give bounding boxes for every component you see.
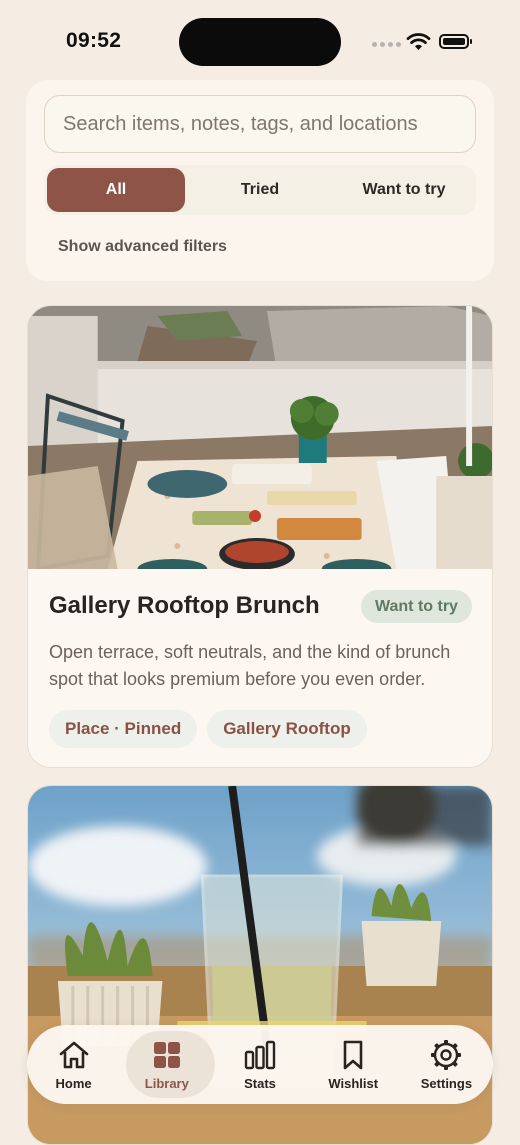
tag-chip[interactable]: Gallery Rooftop [207, 710, 367, 748]
tab-settings[interactable]: Settings [400, 1025, 493, 1104]
segment-want-to-try[interactable]: Want to try [335, 168, 473, 212]
battery-icon [439, 34, 472, 49]
wifi-icon [406, 33, 431, 50]
show-advanced-filters-button[interactable]: Show advanced filters [58, 238, 227, 256]
tab-library[interactable]: Library [120, 1025, 216, 1104]
dynamic-island [179, 18, 341, 66]
filter-panel: All Tried Want to try Show advanced filt… [26, 80, 494, 281]
grid-icon [153, 1042, 180, 1068]
search-input[interactable] [44, 95, 476, 153]
card-description: Open terrace, soft neutrals, and the kin… [49, 642, 451, 689]
segment-all[interactable]: All [47, 168, 185, 212]
card-tags: Place · Pinned Gallery Rooftop [49, 710, 367, 748]
status-time: 09:52 [66, 29, 122, 52]
bar-chart-icon [244, 1040, 276, 1070]
tab-label: Library [144, 1076, 189, 1091]
library-card[interactable]: Gallery Rooftop Brunch Want to try Open … [27, 305, 493, 768]
cellular-signal-icon [372, 42, 401, 47]
tab-stats[interactable]: Stats [213, 1025, 306, 1104]
tab-label: Home [55, 1076, 92, 1091]
segment-tried[interactable]: Tried [191, 168, 329, 212]
tag-chip[interactable]: Place · Pinned [49, 710, 198, 748]
bottom-tab-bar: Home Library Stats Wishlist Settings [27, 1025, 493, 1104]
home-icon [59, 1041, 88, 1069]
tab-label: Wishlist [328, 1076, 379, 1091]
gear-icon [431, 1040, 462, 1070]
card-title: Gallery Rooftop Brunch [49, 592, 320, 619]
tab-home[interactable]: Home [27, 1025, 120, 1104]
tab-label: Stats [244, 1076, 276, 1091]
rooftop-brunch-photo [28, 306, 492, 569]
status-badge: Want to try [361, 590, 472, 623]
tab-label: Settings [420, 1076, 473, 1091]
bookmark-icon [343, 1040, 363, 1070]
tab-wishlist[interactable]: Wishlist [307, 1025, 400, 1104]
status-segmented-control: All Tried Want to try [44, 165, 476, 215]
